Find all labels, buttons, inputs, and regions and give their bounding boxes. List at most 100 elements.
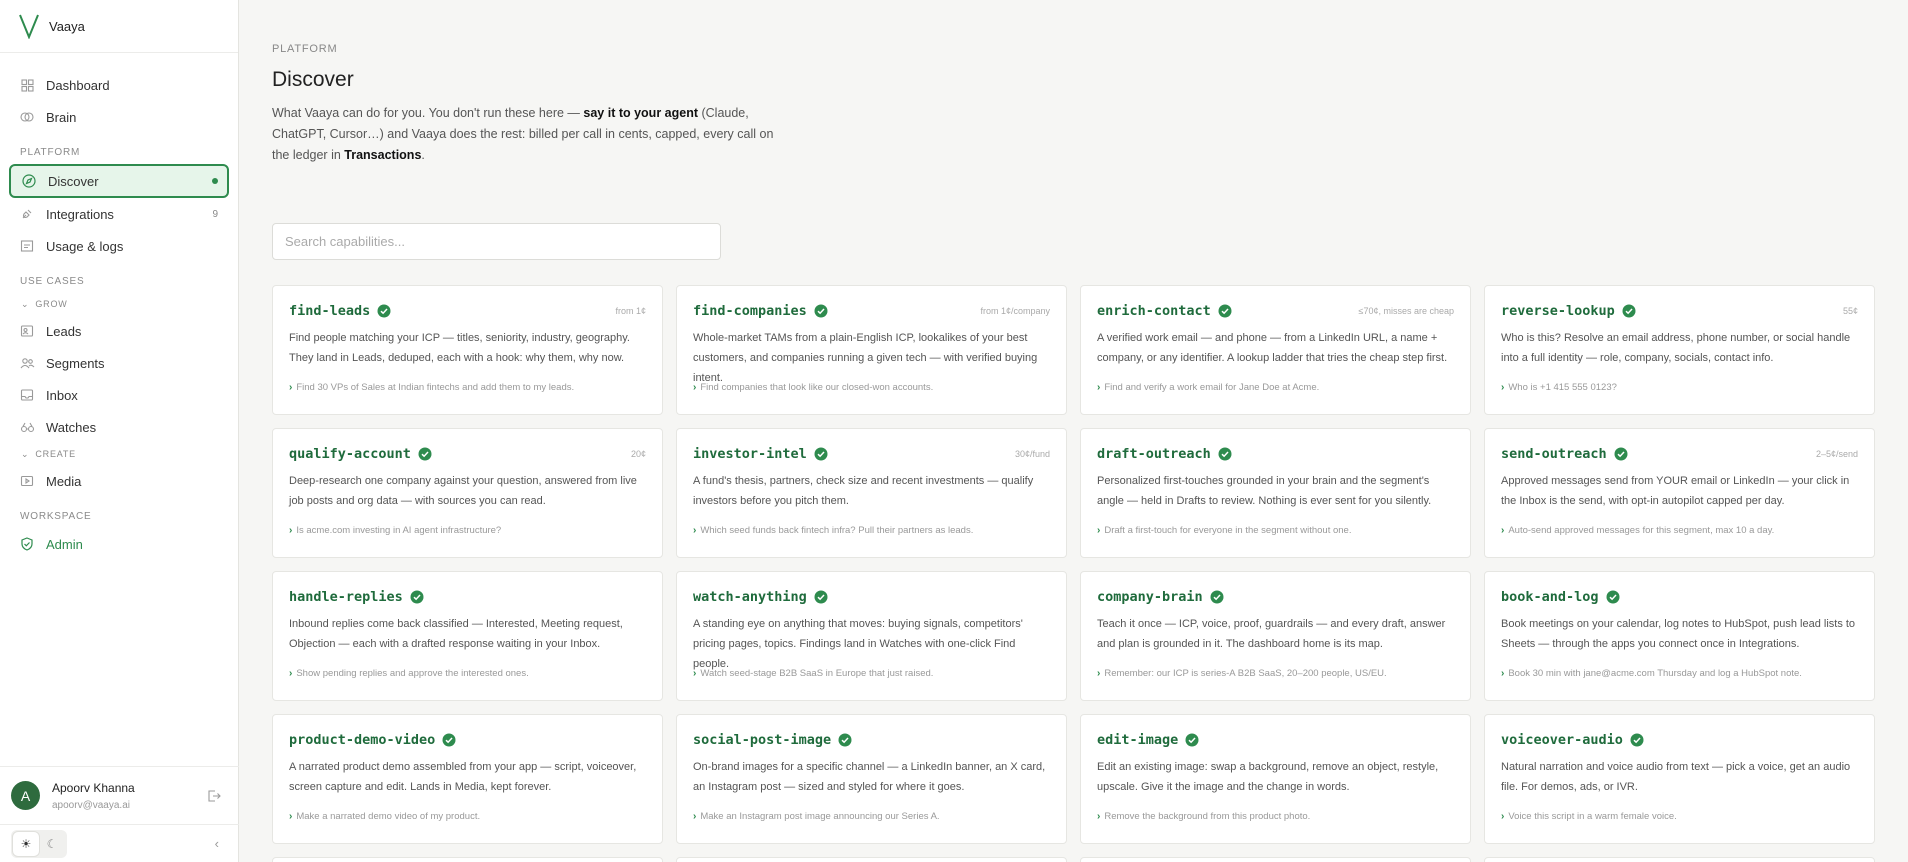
capability-card[interactable]: edit-image Edit an existing image: swap a…	[1080, 714, 1471, 844]
brand[interactable]: Vaaya	[0, 0, 238, 53]
transactions-link[interactable]: Transactions	[344, 148, 421, 162]
card-header: handle-replies	[289, 589, 646, 605]
capability-card[interactable]: find-leads from 1¢ Find people matching yo…	[272, 285, 663, 415]
capability-card[interactable]: social-post-image On-brand images for a s…	[676, 714, 1067, 844]
chevron-right-icon: ›	[1097, 382, 1101, 393]
capability-description: Book meetings on your calendar, log note…	[1501, 618, 1856, 650]
capability-description: On-brand images for a specific channel —…	[693, 761, 1046, 793]
sidebar-item-media[interactable]: Media	[0, 465, 238, 497]
sidebar-nav: Dashboard Brain PLATFORM Discover Integr…	[0, 53, 238, 560]
capability-price: 55¢	[1842, 306, 1858, 316]
card-header: edit-image	[1097, 732, 1454, 748]
capability-example[interactable]: › Which seed funds back fintech infra? Pu…	[693, 525, 973, 536]
capability-description: A standing eye on anything that moves: b…	[693, 618, 1023, 670]
sidebar: Vaaya Dashboard Brain PLATFORM Discover	[0, 0, 239, 862]
card-header: qualify-account	[289, 446, 646, 462]
capability-example[interactable]: › Find and verify a work email for Jane D…	[1097, 382, 1319, 393]
capability-card-partial[interactable]	[676, 857, 1067, 862]
capability-card[interactable]: reverse-lookup 55¢ Who is this? Resolve an…	[1484, 285, 1875, 415]
sun-icon[interactable]: ☀	[13, 831, 39, 856]
group-toggle-create[interactable]: ⌄ CREATE	[0, 443, 238, 465]
sidebar-item-brain[interactable]: Brain	[0, 101, 238, 133]
capability-card[interactable]: enrich-contact ≤70¢, misses are cheap A ve…	[1080, 285, 1471, 415]
verified-check-icon	[838, 733, 852, 747]
chevron-right-icon: ›	[693, 382, 697, 393]
sidebar-item-leads[interactable]: Leads	[0, 315, 238, 347]
capability-name: watch-anything	[693, 589, 807, 605]
page-intro: What Vaaya can do for you. You don't run…	[272, 106, 774, 162]
capability-name: enrich-contact	[1097, 303, 1211, 319]
chevron-left-icon[interactable]: ‹	[215, 836, 219, 851]
sidebar-item-usage-logs[interactable]: Usage & logs	[0, 230, 238, 262]
capability-example[interactable]: › Draft a first-touch for everyone in the…	[1097, 525, 1351, 536]
card-header: product-demo-video	[289, 732, 646, 748]
brand-name: Vaaya	[49, 18, 85, 34]
sidebar-item-inbox[interactable]: Inbox	[0, 379, 238, 411]
capability-card[interactable]: investor-intel 30¢/fund A fund's thesis, p…	[676, 428, 1067, 558]
capability-example[interactable]: › Make a narrated demo video of my produc…	[289, 811, 480, 822]
capability-example[interactable]: › Find companies that look like our close…	[693, 382, 933, 393]
capability-card[interactable]: qualify-account 20¢ Deep-research one comp…	[272, 428, 663, 558]
chevron-right-icon: ›	[693, 811, 697, 822]
logout-icon[interactable]	[207, 789, 221, 806]
chevron-right-icon: ›	[1501, 668, 1505, 679]
verified-check-icon	[814, 447, 828, 461]
capability-card[interactable]: voiceover-audio Natural narration and voi…	[1484, 714, 1875, 844]
search-input[interactable]	[272, 223, 721, 260]
capability-example[interactable]: › Show pending replies and approve the in…	[289, 668, 529, 679]
capability-example[interactable]: › Watch seed-stage B2B SaaS in Europe tha…	[693, 668, 933, 679]
capability-description: Deep-research one company against your q…	[289, 475, 637, 507]
capability-name: find-companies	[693, 303, 807, 319]
users-icon	[19, 355, 35, 371]
sidebar-item-watches[interactable]: Watches	[0, 411, 238, 443]
sidebar-item-admin[interactable]: Admin	[0, 528, 238, 560]
chevron-right-icon: ›	[693, 525, 697, 536]
capability-example[interactable]: › Auto-send approved messages for this se…	[1501, 525, 1774, 536]
capability-example[interactable]: › Remember: our ICP is series-A B2B SaaS,…	[1097, 668, 1387, 679]
capability-example[interactable]: › Who is +1 415 555 0123?	[1501, 382, 1617, 393]
example-prompt: Voice this script in a warm female voice…	[1508, 811, 1677, 822]
capability-example[interactable]: › Find 30 VPs of Sales at Indian fintechs…	[289, 382, 574, 393]
capability-price: from 1¢	[615, 306, 646, 316]
grid-icon	[19, 77, 35, 93]
example-prompt: Watch seed-stage B2B SaaS in Europe that…	[700, 668, 934, 679]
chevron-down-icon: ⌄	[21, 448, 30, 459]
verified-check-icon	[377, 304, 391, 318]
group-toggle-grow[interactable]: ⌄ GROW	[0, 293, 238, 315]
capability-card[interactable]: find-companies from 1¢/company Whole-marke…	[676, 285, 1067, 415]
sidebar-item-label: Segments	[46, 355, 105, 371]
capability-card[interactable]: draft-outreach Personalized first-touches…	[1080, 428, 1471, 558]
group-label: CREATE	[35, 449, 76, 459]
capability-description: A narrated product demo assembled from y…	[289, 761, 637, 793]
capability-example[interactable]: › Voice this script in a warm female voic…	[1501, 811, 1677, 822]
capability-card-partial[interactable]	[1484, 857, 1875, 862]
sidebar-item-segments[interactable]: Segments	[0, 347, 238, 379]
sidebar-item-discover[interactable]: Discover	[9, 164, 229, 198]
capability-example[interactable]: › Is acme.com investing in AI agent infra…	[289, 525, 501, 536]
user-profile[interactable]: A Apoorv Khanna apoorv@vaaya.ai	[0, 766, 239, 824]
capability-card[interactable]: send-outreach 2–5¢/send Approved messages …	[1484, 428, 1875, 558]
sidebar-item-dashboard[interactable]: Dashboard	[0, 69, 238, 101]
capability-example[interactable]: › Remove the background from this product…	[1097, 811, 1310, 822]
capability-example[interactable]: › Make an Instagram post image announcing…	[693, 811, 940, 822]
capability-name: company-brain	[1097, 589, 1203, 605]
verified-check-icon	[442, 733, 456, 747]
verified-check-icon	[1218, 447, 1232, 461]
capability-card-partial[interactable]	[1080, 857, 1471, 862]
capability-name: find-leads	[289, 303, 371, 319]
sidebar-item-integrations[interactable]: Integrations 9	[0, 198, 238, 230]
capability-card[interactable]: book-and-log Book meetings on your calend…	[1484, 571, 1875, 701]
moon-icon[interactable]: ☾	[39, 832, 65, 856]
capability-card-partial[interactable]	[272, 857, 663, 862]
capability-example[interactable]: › Book 30 min with jane@acme.com Thursday…	[1501, 668, 1802, 679]
capability-price: from 1¢/company	[980, 306, 1050, 316]
card-header: find-leads	[289, 303, 646, 319]
capability-card[interactable]: company-brain Teach it once — ICP, voice,…	[1080, 571, 1471, 701]
group-label: GROW	[35, 299, 68, 309]
capability-description: A verified work email — and phone — from…	[1097, 332, 1448, 364]
play-icon	[19, 473, 35, 489]
capability-card[interactable]: watch-anything A standing eye on anything…	[676, 571, 1067, 701]
capability-card[interactable]: handle-replies Inbound replies come back …	[272, 571, 663, 701]
verified-check-icon	[814, 304, 828, 318]
capability-card[interactable]: product-demo-video A narrated product dem…	[272, 714, 663, 844]
